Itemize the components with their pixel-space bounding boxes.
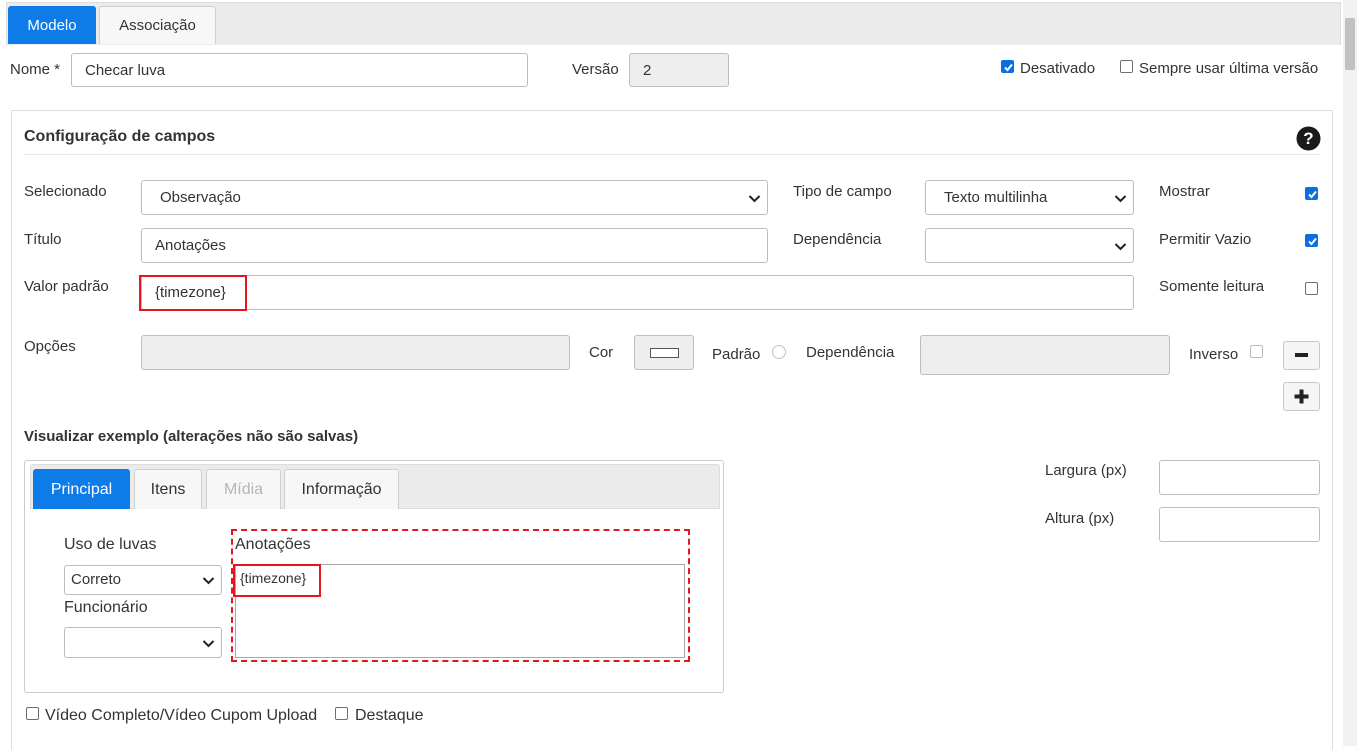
config-title: Configuração de campos: [24, 128, 216, 145]
somente-label: Somente leitura: [1159, 278, 1265, 295]
preview-title: Visualizar exemplo (alterações não são s…: [24, 428, 359, 445]
scrollbar-track[interactable]: [1343, 0, 1357, 746]
color-picker[interactable]: [634, 335, 694, 370]
funcionario-label: Funcionário: [64, 599, 148, 616]
add-option-button[interactable]: [1283, 382, 1320, 411]
selecionado-label: Selecionado: [24, 183, 107, 200]
titulo-label: Título: [24, 231, 62, 248]
dependencia2-input: [920, 335, 1170, 375]
preview-tab-midia: Mídia: [206, 469, 281, 509]
preview-tab-itens[interactable]: Itens: [134, 469, 202, 509]
altura-input[interactable]: [1159, 507, 1320, 542]
selecionado-value: Observação: [160, 189, 241, 206]
opcoes-label: Opções: [24, 338, 76, 355]
permitir-checkbox[interactable]: [1305, 234, 1318, 247]
uso-value: Correto: [71, 571, 122, 588]
opcoes-input: [141, 335, 570, 370]
scrollbar-thumb[interactable]: [1345, 18, 1355, 70]
tipo-label: Tipo de campo: [793, 183, 892, 200]
chevron-down-icon: [202, 639, 215, 647]
padrao-label: Padrão: [712, 346, 761, 363]
svg-text:?: ?: [1303, 129, 1313, 148]
remove-option-button[interactable]: [1283, 341, 1320, 370]
chevron-down-icon: [202, 577, 215, 585]
sempre-label: Sempre usar última versão: [1139, 60, 1319, 77]
color-swatch: [650, 348, 679, 358]
titulo-input[interactable]: Anotações: [141, 228, 768, 263]
chevron-down-icon: [748, 194, 761, 202]
sempre-checkbox[interactable]: [1120, 60, 1133, 73]
largura-label: Largura (px): [1045, 462, 1127, 479]
chevron-down-icon: [1114, 194, 1127, 202]
mostrar-checkbox[interactable]: [1305, 187, 1318, 200]
minus-icon: [1295, 353, 1308, 357]
check-icon: [1308, 237, 1317, 246]
chevron-down-icon: [1114, 242, 1127, 250]
question-circle-icon[interactable]: ?: [1296, 126, 1321, 151]
anotacoes-label: Anotações: [235, 536, 311, 553]
name-label: Nome *: [10, 61, 61, 78]
uso-select[interactable]: Correto: [64, 565, 222, 595]
destaque-label: Destaque: [355, 707, 424, 724]
inverso-checkbox[interactable]: [1250, 345, 1263, 358]
preview-tab-principal[interactable]: Principal: [33, 469, 130, 509]
video-checkbox[interactable]: [26, 707, 39, 720]
altura-label: Altura (px): [1045, 510, 1115, 527]
desativado-label: Desativado: [1020, 60, 1096, 77]
plus-icon: [1294, 389, 1309, 404]
cor-label: Cor: [589, 344, 614, 361]
preview-tab-informacao[interactable]: Informação: [284, 469, 399, 509]
check-icon: [1004, 63, 1013, 72]
dependencia-select[interactable]: [925, 228, 1134, 263]
tab-associacao[interactable]: Associação: [99, 6, 216, 44]
somente-checkbox[interactable]: [1305, 282, 1318, 295]
uso-label: Uso de luvas: [64, 536, 157, 553]
selecionado-select[interactable]: Observação: [141, 180, 768, 215]
tipo-select[interactable]: Texto multilinha: [925, 180, 1134, 215]
desativado-checkbox[interactable]: [1001, 60, 1014, 73]
version-input: 2: [629, 53, 729, 87]
valor-label: Valor padrão: [24, 278, 109, 295]
destaque-checkbox[interactable]: [335, 707, 348, 720]
name-input[interactable]: Checar luva: [71, 53, 528, 87]
mostrar-label: Mostrar: [1159, 183, 1210, 200]
version-label: Versão: [572, 61, 619, 78]
video-label: Vídeo Completo/Vídeo Cupom Upload: [45, 707, 318, 724]
largura-input[interactable]: [1159, 460, 1320, 495]
tab-modelo[interactable]: Modelo: [8, 6, 96, 44]
panel-divider: [24, 154, 1320, 155]
highlight-anotacoes-value: [233, 564, 321, 597]
permitir-label: Permitir Vazio: [1159, 231, 1252, 248]
valor-input[interactable]: {timezone}: [141, 275, 1134, 310]
tipo-value: Texto multilinha: [944, 189, 1048, 206]
highlight-valor: [139, 275, 247, 311]
inverso-label: Inverso: [1189, 346, 1239, 363]
check-icon: [1308, 190, 1317, 199]
funcionario-select[interactable]: [64, 627, 222, 658]
dependencia-label: Dependência: [793, 231, 882, 248]
padrao-radio[interactable]: [772, 345, 786, 359]
dependencia2-label: Dependência: [806, 344, 895, 361]
